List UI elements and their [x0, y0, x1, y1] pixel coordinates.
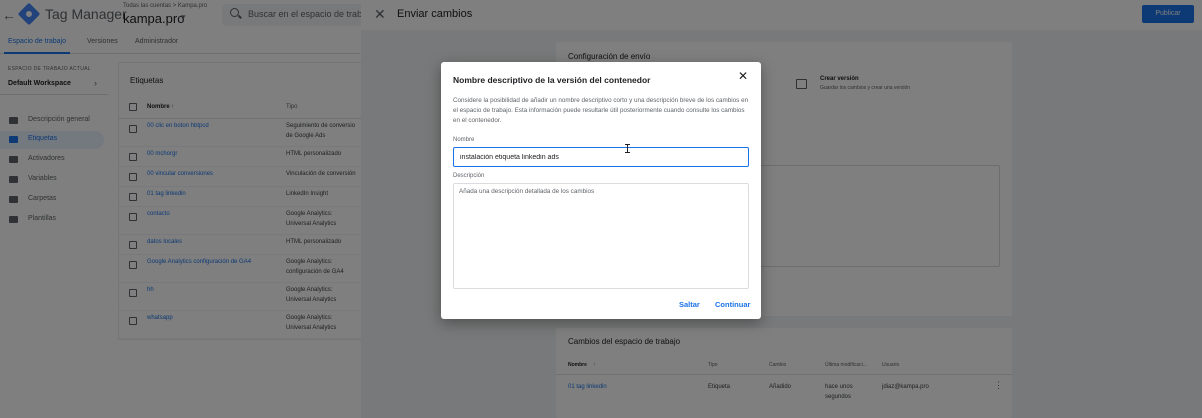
- version-name-input[interactable]: [453, 147, 749, 167]
- description-label: Descripción: [453, 173, 485, 179]
- skip-button[interactable]: Saltar: [679, 300, 700, 309]
- name-label: Nombre: [453, 137, 475, 143]
- dialog-title: Nombre descriptivo de la versión del con…: [453, 75, 651, 85]
- close-icon[interactable]: ✕: [738, 70, 748, 82]
- continue-button[interactable]: Continuar: [715, 300, 750, 309]
- version-description-field[interactable]: [453, 183, 749, 289]
- text-cursor-icon: [625, 144, 630, 153]
- version-name-dialog: Nombre descriptivo de la versión del con…: [441, 62, 761, 319]
- dialog-description: Considere la posibilidad de añadir un no…: [453, 97, 749, 124]
